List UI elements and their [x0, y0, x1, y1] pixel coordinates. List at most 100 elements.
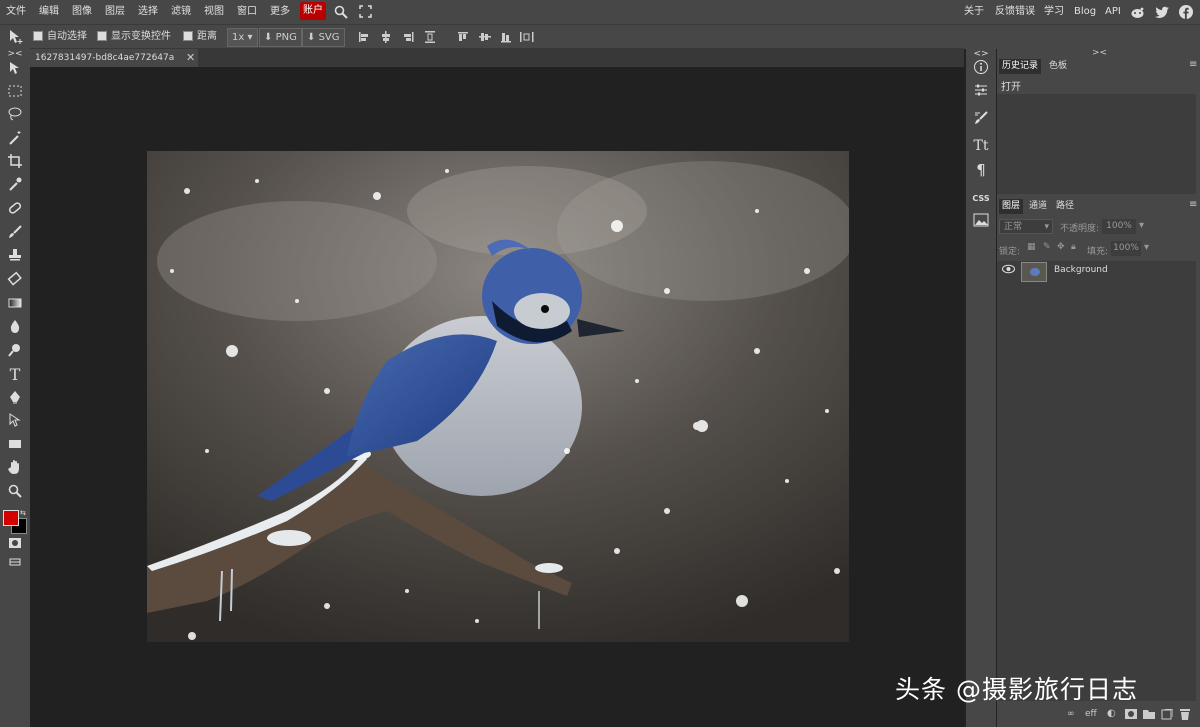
fullscreen-icon[interactable]: [359, 0, 372, 24]
export-png-button[interactable]: ⬇ PNG: [259, 28, 302, 47]
collapse-toggle-icon[interactable]: ><: [4, 48, 26, 60]
layer-name[interactable]: Background: [1054, 265, 1108, 275]
brush-tool-icon[interactable]: [4, 224, 26, 244]
align-bottom-icon[interactable]: [500, 25, 512, 49]
tab-paths[interactable]: 路径: [1053, 199, 1077, 214]
menu-edit[interactable]: 编辑: [39, 0, 59, 24]
zoom-tool-icon[interactable]: [4, 483, 26, 503]
link-report-bug[interactable]: 反馈错误: [995, 0, 1035, 24]
healing-brush-icon[interactable]: [4, 200, 26, 220]
chevron-down-icon[interactable]: ▾: [1144, 242, 1149, 253]
link-learn[interactable]: 学习: [1044, 0, 1064, 24]
eyedropper-icon[interactable]: [4, 176, 26, 196]
link-layers-icon[interactable]: ∞: [1067, 709, 1075, 719]
search-icon[interactable]: [334, 0, 348, 24]
menu-select[interactable]: 选择: [138, 0, 158, 24]
eraser-tool-icon[interactable]: [4, 271, 26, 291]
menu-view[interactable]: 视图: [204, 0, 224, 24]
marquee-tool-icon[interactable]: [4, 83, 26, 103]
reddit-icon[interactable]: [1130, 0, 1145, 24]
distance-checkbox[interactable]: 距离: [183, 25, 217, 49]
align-top-icon[interactable]: [457, 25, 469, 49]
trash-icon[interactable]: [1179, 708, 1191, 723]
lock-position-icon[interactable]: ✥: [1057, 242, 1065, 252]
blend-mode-select[interactable]: 正常 ▾: [999, 219, 1053, 234]
distribute-horizontal-icon[interactable]: [424, 25, 436, 49]
opacity-input[interactable]: 100%: [1102, 219, 1136, 234]
history-entry[interactable]: 打开: [1001, 78, 1021, 93]
menu-layer[interactable]: 图层: [105, 0, 125, 24]
hand-tool-icon[interactable]: [4, 459, 26, 479]
align-left-icon[interactable]: [358, 25, 370, 49]
adjustment-layer-icon[interactable]: ◐: [1107, 708, 1116, 719]
close-icon[interactable]: ✕: [186, 49, 195, 67]
menu-more[interactable]: 更多: [270, 0, 290, 24]
gradient-tool-icon[interactable]: [4, 295, 26, 315]
blur-tool-icon[interactable]: [4, 318, 26, 338]
export-svg-button[interactable]: ⬇ SVG: [302, 28, 345, 47]
menu-account[interactable]: 账户: [300, 2, 326, 20]
magic-wand-icon[interactable]: [4, 130, 26, 150]
screen-mode-icon[interactable]: [4, 555, 26, 575]
menu-filter[interactable]: 滤镜: [171, 0, 191, 24]
history-panel-tabs: 历史记录 色板 ≡: [997, 59, 1200, 74]
lasso-tool-icon[interactable]: [4, 106, 26, 126]
color-swatches[interactable]: ⇆: [3, 509, 31, 535]
menu-file[interactable]: 文件: [6, 0, 26, 24]
css-icon[interactable]: CSS: [970, 189, 992, 209]
move-tool-icon[interactable]: [8, 25, 24, 49]
fill-input[interactable]: 100%: [1111, 241, 1141, 256]
link-blog[interactable]: Blog: [1074, 0, 1096, 24]
mask-icon[interactable]: [1125, 709, 1137, 722]
lock-transparency-icon[interactable]: ▦: [1027, 242, 1036, 252]
menu-image[interactable]: 图像: [72, 0, 92, 24]
quick-mask-icon[interactable]: [4, 536, 26, 556]
facebook-icon[interactable]: [1179, 0, 1193, 24]
tab-history[interactable]: 历史记录: [999, 59, 1042, 74]
crop-tool-icon[interactable]: [4, 153, 26, 173]
character-icon[interactable]: Tt: [970, 136, 992, 156]
panel-menu-icon[interactable]: ≡: [1189, 59, 1197, 70]
collapse-panels-icon[interactable]: ><: [1092, 48, 1107, 58]
eye-icon[interactable]: [1002, 264, 1015, 277]
panel-menu-icon[interactable]: ≡: [1189, 199, 1197, 210]
document-tab[interactable]: 1627831497-bd8c4ae772647a: [30, 49, 198, 67]
text-tool-icon[interactable]: T: [4, 365, 26, 385]
folder-icon[interactable]: [1143, 709, 1155, 722]
menu-window[interactable]: 窗口: [237, 0, 257, 24]
link-about[interactable]: 关于: [964, 0, 984, 24]
dodge-tool-icon[interactable]: [4, 342, 26, 362]
clone-stamp-icon[interactable]: [4, 247, 26, 267]
lock-all-icon[interactable]: 🔒︎: [1071, 242, 1076, 252]
new-layer-icon[interactable]: [1161, 708, 1174, 723]
path-select-icon[interactable]: [4, 412, 26, 432]
document-canvas-image[interactable]: [147, 151, 849, 642]
blend-mode-value: 正常: [1004, 222, 1023, 232]
align-center-icon[interactable]: [380, 25, 392, 49]
link-api[interactable]: API: [1105, 0, 1121, 24]
twitter-icon[interactable]: [1155, 0, 1170, 24]
rectangle-tool-icon[interactable]: [4, 436, 26, 456]
show-transform-checkbox[interactable]: 显示变换控件: [97, 25, 171, 49]
adjustments-icon[interactable]: [970, 82, 992, 102]
tab-swatches[interactable]: 色板: [1046, 59, 1070, 74]
pen-tool-icon[interactable]: [4, 389, 26, 409]
brush-settings-icon[interactable]: [970, 110, 992, 130]
move-tool-icon[interactable]: [4, 60, 26, 80]
tab-layers[interactable]: 图层: [999, 199, 1024, 214]
effects-icon[interactable]: eff: [1085, 709, 1097, 719]
foreground-color-swatch[interactable]: [3, 510, 19, 526]
paragraph-icon[interactable]: ¶: [970, 160, 992, 180]
align-middle-icon[interactable]: [479, 25, 491, 49]
layer-row[interactable]: Background: [997, 261, 1196, 282]
zoom-select[interactable]: 1x ▾: [227, 28, 258, 47]
image-icon[interactable]: [970, 213, 992, 233]
align-right-icon[interactable]: [402, 25, 414, 49]
auto-select-checkbox[interactable]: 自动选择: [33, 25, 87, 49]
chevron-down-icon[interactable]: ▾: [1139, 220, 1144, 231]
tab-channels[interactable]: 通道: [1026, 199, 1050, 214]
info-icon[interactable]: [970, 59, 992, 79]
lock-pixels-icon[interactable]: ✎: [1043, 242, 1051, 252]
distribute-vertical-icon[interactable]: [520, 25, 534, 49]
swap-colors-icon[interactable]: ⇆: [20, 509, 26, 517]
